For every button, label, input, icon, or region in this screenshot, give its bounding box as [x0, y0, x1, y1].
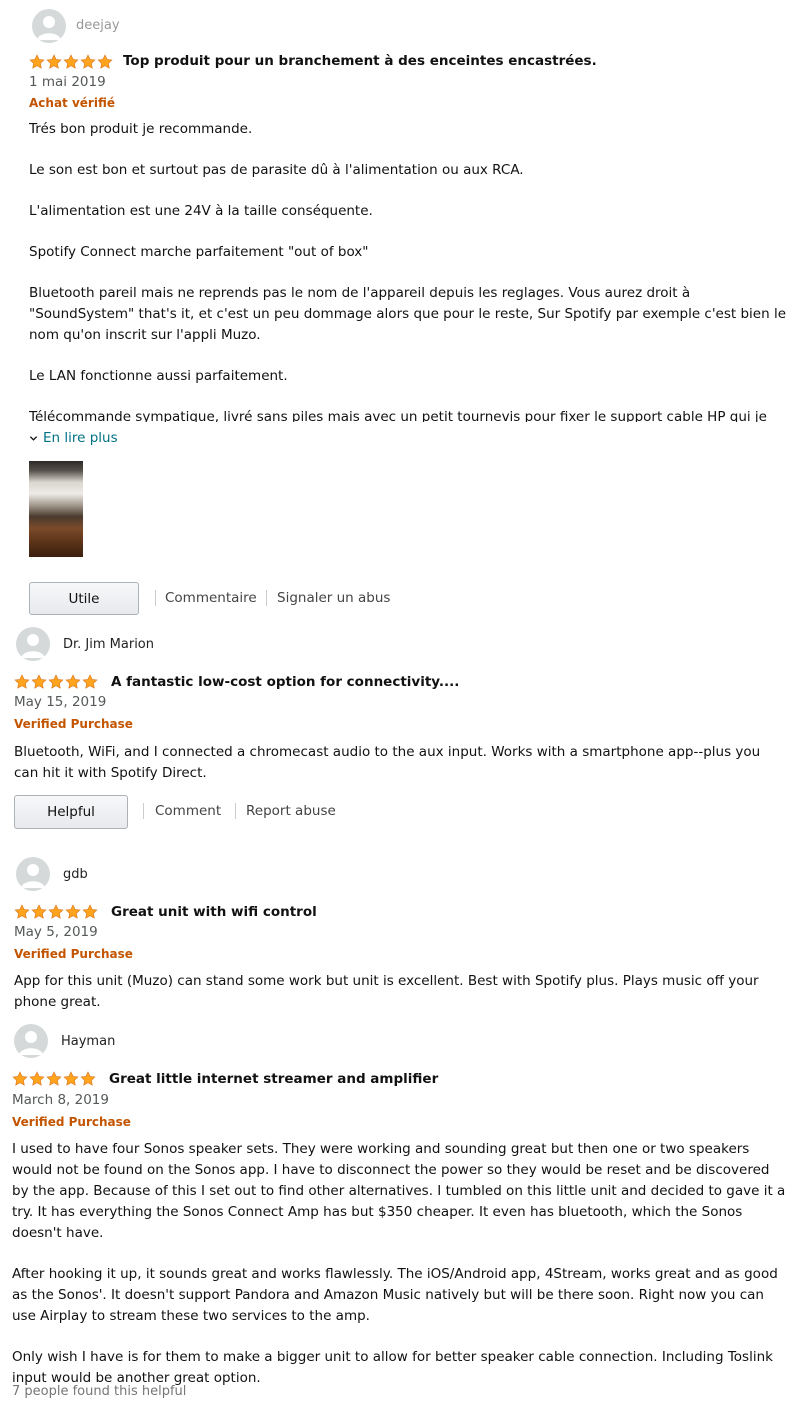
- review-paragraph: Bluetooth pareil mais ne reprends pas le…: [29, 285, 787, 343]
- star-icon: [80, 1071, 96, 1086]
- review-date: May 5, 2019: [14, 924, 98, 940]
- star-icon: [29, 1071, 45, 1086]
- review-paragraph: App for this unit (Muzo) can stand some …: [14, 973, 759, 1010]
- helpful-button[interactable]: Helpful: [14, 795, 128, 829]
- star-icon: [29, 54, 45, 69]
- star-icon: [31, 904, 47, 919]
- review-image-thumbnail[interactable]: [29, 461, 83, 557]
- read-more-label: En lire plus: [43, 430, 118, 446]
- review-date: 1 mai 2019: [29, 74, 106, 90]
- review-body: I used to have four Sonos speaker sets. …: [12, 1139, 790, 1389]
- verified-badge: Verified Purchase: [12, 1115, 131, 1129]
- review-date: March 8, 2019: [12, 1092, 109, 1108]
- star-rating: [29, 54, 113, 70]
- review-paragraph: L'alimentation est une 24V à la taille c…: [29, 203, 373, 219]
- star-rating: [14, 674, 98, 690]
- review-paragraph: Spotify Connect marche parfaitement "out…: [29, 244, 369, 260]
- verified-badge: Achat vérifié: [29, 96, 115, 110]
- review-body: App for this unit (Muzo) can stand some …: [14, 971, 786, 1013]
- divider: [235, 803, 236, 819]
- avatar[interactable]: [16, 627, 50, 661]
- star-icon: [14, 904, 30, 919]
- review-paragraph: After hooking it up, it sounds great and…: [12, 1266, 778, 1324]
- divider: [266, 590, 267, 606]
- star-icon: [65, 904, 81, 919]
- star-rating: [12, 1071, 96, 1087]
- review-body: Trés bon produit je recommande. Le son e…: [29, 119, 789, 422]
- avatar[interactable]: [14, 1024, 48, 1058]
- divider: [155, 590, 156, 606]
- reviewer-name[interactable]: deejay: [76, 18, 120, 33]
- review-paragraph: Only wish I have is for them to make a b…: [12, 1349, 773, 1386]
- comment-link[interactable]: Commentaire: [165, 590, 257, 606]
- review-title[interactable]: Great unit with wifi control: [111, 904, 317, 920]
- review-paragraph: Télécommande sympatique, livré sans pile…: [29, 409, 767, 422]
- review-date: May 15, 2019: [14, 694, 107, 710]
- star-icon: [97, 54, 113, 69]
- star-icon: [46, 1071, 62, 1086]
- review-paragraph: Trés bon produit je recommande.: [29, 121, 253, 137]
- star-icon: [31, 674, 47, 689]
- star-rating: [14, 904, 98, 920]
- star-icon: [82, 904, 98, 919]
- review-paragraph: Le son est bon et surtout pas de parasit…: [29, 162, 524, 178]
- avatar[interactable]: [32, 9, 66, 43]
- helpful-button[interactable]: Utile: [29, 582, 139, 615]
- star-icon: [14, 674, 30, 689]
- divider: [143, 803, 144, 819]
- verified-badge: Verified Purchase: [14, 717, 133, 731]
- reviewer-name[interactable]: Dr. Jim Marion: [63, 637, 154, 652]
- star-icon: [65, 674, 81, 689]
- review-paragraph: I used to have four Sonos speaker sets. …: [12, 1141, 786, 1241]
- reviewer-name[interactable]: gdb: [63, 867, 88, 882]
- report-abuse-link[interactable]: Signaler un abus: [277, 590, 390, 606]
- review-paragraph: Le LAN fonctionne aussi parfaitement.: [29, 368, 288, 384]
- read-more-link[interactable]: En lire plus: [29, 430, 118, 446]
- star-icon: [63, 54, 79, 69]
- star-icon: [63, 1071, 79, 1086]
- star-icon: [12, 1071, 28, 1086]
- verified-badge: Verified Purchase: [14, 947, 133, 961]
- review-paragraph: Bluetooth, WiFi, and I connected a chrom…: [14, 744, 761, 781]
- review-title[interactable]: Great little internet streamer and ampli…: [109, 1071, 438, 1087]
- star-icon: [48, 904, 64, 919]
- star-icon: [80, 54, 96, 69]
- helpful-count: 7 people found this helpful: [12, 1384, 187, 1399]
- review-title[interactable]: Top produit pour un branchement à des en…: [123, 53, 597, 69]
- comment-link[interactable]: Comment: [155, 803, 221, 819]
- review-body: Bluetooth, WiFi, and I connected a chrom…: [14, 742, 786, 784]
- star-icon: [48, 674, 64, 689]
- review-title[interactable]: A fantastic low-cost option for connecti…: [111, 674, 459, 690]
- avatar[interactable]: [16, 857, 50, 891]
- report-abuse-link[interactable]: Report abuse: [246, 803, 336, 819]
- chevron-down-icon: [29, 435, 38, 441]
- star-icon: [46, 54, 62, 69]
- reviewer-name[interactable]: Hayman: [61, 1034, 115, 1049]
- star-icon: [82, 674, 98, 689]
